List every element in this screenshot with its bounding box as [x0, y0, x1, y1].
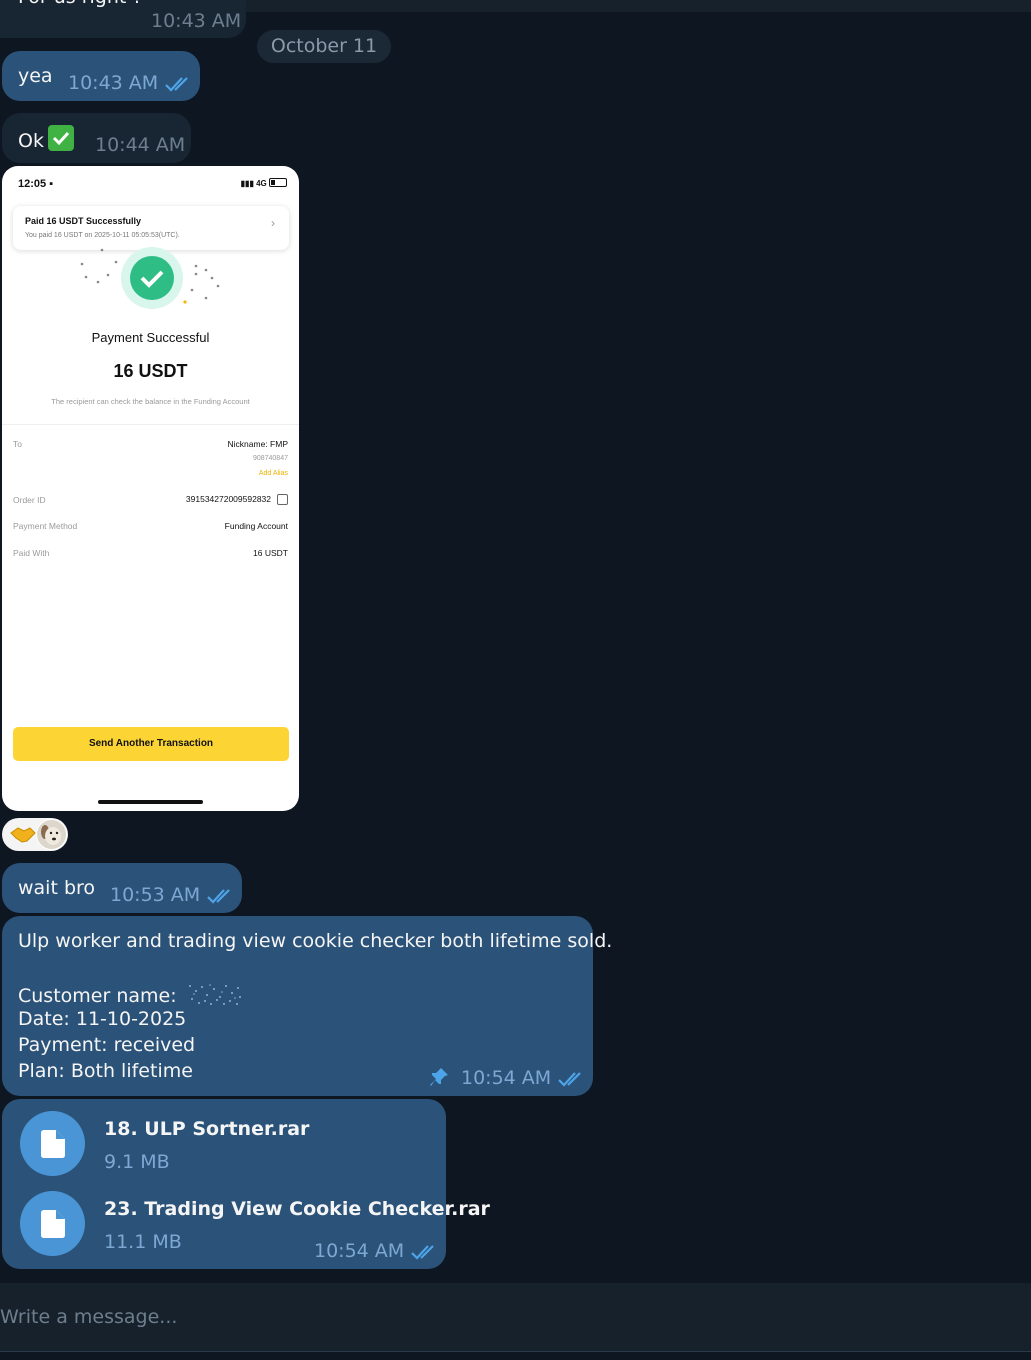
- message-time: 10:44 AM: [95, 134, 186, 156]
- hidden-spoiler-text: [188, 984, 241, 1005]
- payment-note: The recipient can check the balance in t…: [51, 397, 250, 406]
- chevron-right-icon: ›: [271, 216, 275, 230]
- file-name[interactable]: 18. ULP Sortner.rar: [104, 1118, 309, 1140]
- pin-icon: [430, 1068, 448, 1086]
- customer-name-label: Customer name:: [18, 985, 177, 1007]
- add-alias-link: Add Alias: [258, 470, 288, 477]
- file-icon[interactable]: [20, 1111, 85, 1176]
- to-value: Nickname: FMP: [227, 439, 288, 449]
- message-bubble[interactable]: wait bro 10:53 AM: [2, 863, 242, 913]
- notification-subtitle: You paid 16 USDT on 2025-10-11 05:05:53(…: [25, 232, 180, 239]
- payment-title: Payment Successful: [91, 330, 210, 345]
- file-name[interactable]: 23. Trading View Cookie Checker.rar: [104, 1198, 490, 1220]
- message-text: wait bro: [18, 877, 96, 899]
- send-another-button: Send Another Transaction: [13, 727, 289, 761]
- message-time: 10:54 AM: [314, 1240, 405, 1262]
- to-label: To: [13, 439, 22, 449]
- paid-value: 16 USDT: [253, 548, 288, 558]
- message-text: yea: [18, 65, 53, 87]
- message-text: For us right ?: [18, 0, 142, 8]
- date-line: Date: 11-10-2025: [18, 1008, 187, 1030]
- message-bubble[interactable]: Ok 10:44 AM: [2, 113, 191, 163]
- double-check-icon: [558, 1072, 581, 1087]
- file-size: 9.1 MB: [104, 1151, 170, 1173]
- order-label: Order ID: [13, 495, 46, 505]
- payment-screenshot-image[interactable]: 12:05 ▪ ▮▮▮ 4G Paid 16 USDT Successfully…: [2, 166, 299, 811]
- check-mark-emoji: [47, 125, 74, 151]
- message-composer: [0, 1283, 1031, 1351]
- reactions-bar[interactable]: [2, 818, 68, 851]
- paid-label: Paid With: [13, 548, 50, 558]
- to-id: 908740847: [252, 455, 288, 462]
- date-separator: October 11: [257, 30, 391, 63]
- customer-name-line: Customer name:: [18, 982, 243, 1008]
- copy-icon: [277, 494, 288, 505]
- status-signal: ▮▮▮ 4G: [241, 178, 287, 188]
- method-value: Funding Account: [224, 521, 288, 531]
- message-line: Ulp worker and trading view cookie check…: [18, 930, 613, 952]
- message-time: 10:43 AM: [151, 10, 242, 32]
- notification-title: Paid 16 USDT Successfully: [25, 216, 142, 226]
- divider: [2, 424, 299, 425]
- handshake-emoji: [10, 827, 36, 843]
- double-check-icon: [165, 77, 188, 92]
- signal-icon: ▮▮▮: [240, 179, 254, 188]
- double-check-icon: [411, 1245, 434, 1260]
- file-icon[interactable]: [20, 1191, 85, 1256]
- message-time: 10:53 AM: [110, 884, 201, 906]
- message-text: Ok: [18, 125, 74, 152]
- dog-avatar: [36, 819, 67, 850]
- message-text-label: Ok: [18, 130, 44, 152]
- battery-icon: [269, 178, 287, 187]
- message-bubble[interactable]: For us right ? 10:43 AM: [0, 0, 246, 38]
- plan-line: Plan: Both lifetime: [18, 1060, 193, 1082]
- method-label: Payment Method: [13, 521, 78, 531]
- double-check-icon: [207, 889, 230, 904]
- message-bubble[interactable]: yea 10:43 AM: [2, 51, 200, 101]
- message-bubble[interactable]: 18. ULP Sortner.rar 9.1 MB 23. Trading V…: [2, 1099, 490, 1269]
- message-input[interactable]: [0, 1301, 900, 1333]
- payment-amount: 16 USDT: [113, 361, 188, 381]
- payment-line: Payment: received: [18, 1034, 196, 1056]
- message-bubble[interactable]: Ulp worker and trading view cookie check…: [2, 916, 612, 1096]
- status-time: 12:05 ▪: [18, 178, 54, 190]
- order-value: 391534272009592832: [185, 494, 271, 504]
- file-size: 11.1 MB: [104, 1231, 182, 1253]
- home-indicator: [98, 800, 203, 804]
- success-check-icon: [80, 247, 220, 309]
- message-time: 10:43 AM: [68, 72, 159, 94]
- message-time: 10:54 AM: [461, 1067, 552, 1089]
